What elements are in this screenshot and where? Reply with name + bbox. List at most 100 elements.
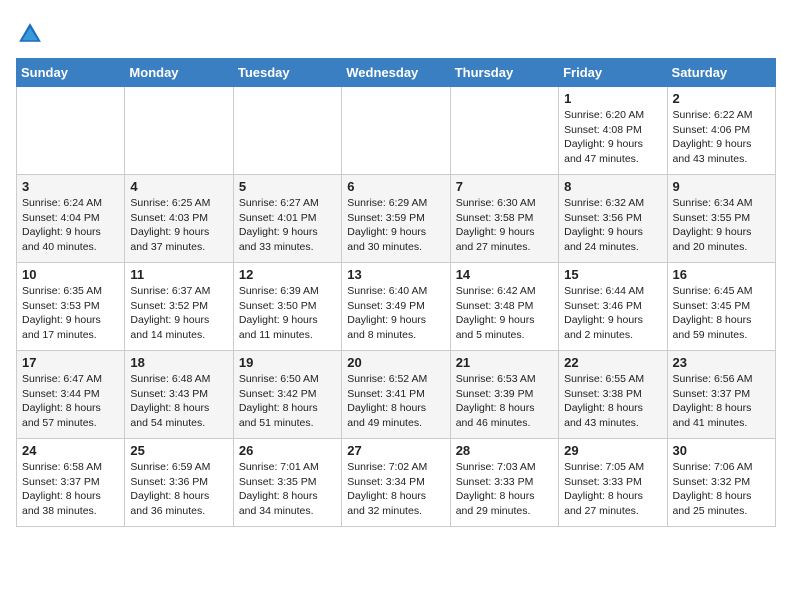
day-info: Sunrise: 7:01 AM Sunset: 3:35 PM Dayligh…	[239, 460, 336, 519]
calendar-cell: 7 Sunrise: 6:30 AM Sunset: 3:58 PM Daylig…	[450, 175, 558, 263]
calendar-cell	[17, 87, 125, 175]
calendar-cell: 16 Sunrise: 6:45 AM Sunset: 3:45 PM Dayli…	[667, 263, 775, 351]
calendar-cell: 17 Sunrise: 6:47 AM Sunset: 3:44 PM Dayli…	[17, 351, 125, 439]
calendar-cell: 9 Sunrise: 6:34 AM Sunset: 3:55 PM Daylig…	[667, 175, 775, 263]
day-number: 22	[564, 355, 661, 370]
calendar-table: SundayMondayTuesdayWednesdayThursdayFrid…	[16, 58, 776, 527]
day-info: Sunrise: 6:56 AM Sunset: 3:37 PM Dayligh…	[673, 372, 770, 431]
calendar-cell	[450, 87, 558, 175]
day-number: 1	[564, 91, 661, 106]
calendar-cell: 2Sunrise: 6:22 AM Sunset: 4:06 PM Daylig…	[667, 87, 775, 175]
calendar-cell: 20Sunrise: 6:52 AM Sunset: 3:41 PM Dayli…	[342, 351, 450, 439]
day-info: Sunrise: 7:06 AM Sunset: 3:32 PM Dayligh…	[673, 460, 770, 519]
day-number: 27	[347, 443, 444, 458]
calendar-cell: 24 Sunrise: 6:58 AM Sunset: 3:37 PM Dayli…	[17, 439, 125, 527]
day-info: Sunrise: 6:44 AM Sunset: 3:46 PM Dayligh…	[564, 284, 661, 343]
day-info: Sunrise: 6:37 AM Sunset: 3:52 PM Dayligh…	[130, 284, 227, 343]
calendar-cell: 22 Sunrise: 6:55 AM Sunset: 3:38 PM Dayli…	[559, 351, 667, 439]
day-info: Sunrise: 6:24 AM Sunset: 4:04 PM Dayligh…	[22, 196, 119, 255]
calendar-cell: 30 Sunrise: 7:06 AM Sunset: 3:32 PM Dayli…	[667, 439, 775, 527]
calendar-cell: 5Sunrise: 6:27 AM Sunset: 4:01 PM Daylig…	[233, 175, 341, 263]
calendar-cell: 1Sunrise: 6:20 AM Sunset: 4:08 PM Daylig…	[559, 87, 667, 175]
day-info: Sunrise: 7:03 AM Sunset: 3:33 PM Dayligh…	[456, 460, 553, 519]
calendar-cell: 13 Sunrise: 6:40 AM Sunset: 3:49 PM Dayli…	[342, 263, 450, 351]
day-info: Sunrise: 6:35 AM Sunset: 3:53 PM Dayligh…	[22, 284, 119, 343]
calendar-cell: 19Sunrise: 6:50 AM Sunset: 3:42 PM Dayli…	[233, 351, 341, 439]
day-number: 28	[456, 443, 553, 458]
calendar-cell: 26 Sunrise: 7:01 AM Sunset: 3:35 PM Dayli…	[233, 439, 341, 527]
day-info: Sunrise: 6:53 AM Sunset: 3:39 PM Dayligh…	[456, 372, 553, 431]
day-info: Sunrise: 6:25 AM Sunset: 4:03 PM Dayligh…	[130, 196, 227, 255]
header-day-thursday: Thursday	[450, 59, 558, 87]
day-number: 15	[564, 267, 661, 282]
day-number: 17	[22, 355, 119, 370]
day-info: Sunrise: 6:29 AM Sunset: 3:59 PM Dayligh…	[347, 196, 444, 255]
calendar-cell	[342, 87, 450, 175]
day-info: Sunrise: 6:40 AM Sunset: 3:49 PM Dayligh…	[347, 284, 444, 343]
day-number: 8	[564, 179, 661, 194]
day-number: 24	[22, 443, 119, 458]
calendar-cell: 15 Sunrise: 6:44 AM Sunset: 3:46 PM Dayli…	[559, 263, 667, 351]
calendar-cell: 21 Sunrise: 6:53 AM Sunset: 3:39 PM Dayli…	[450, 351, 558, 439]
calendar-cell: 11 Sunrise: 6:37 AM Sunset: 3:52 PM Dayli…	[125, 263, 233, 351]
day-info: Sunrise: 6:48 AM Sunset: 3:43 PM Dayligh…	[130, 372, 227, 431]
header-day-sunday: Sunday	[17, 59, 125, 87]
day-number: 5	[239, 179, 336, 194]
day-info: Sunrise: 6:58 AM Sunset: 3:37 PM Dayligh…	[22, 460, 119, 519]
day-info: Sunrise: 7:05 AM Sunset: 3:33 PM Dayligh…	[564, 460, 661, 519]
calendar-cell: 28 Sunrise: 7:03 AM Sunset: 3:33 PM Dayli…	[450, 439, 558, 527]
day-number: 11	[130, 267, 227, 282]
header	[16, 16, 776, 48]
day-number: 21	[456, 355, 553, 370]
calendar-cell: 25Sunrise: 6:59 AM Sunset: 3:36 PM Dayli…	[125, 439, 233, 527]
day-info: Sunrise: 6:52 AM Sunset: 3:41 PM Dayligh…	[347, 372, 444, 431]
day-number: 18	[130, 355, 227, 370]
day-info: Sunrise: 6:34 AM Sunset: 3:55 PM Dayligh…	[673, 196, 770, 255]
header-day-friday: Friday	[559, 59, 667, 87]
calendar-week-row: 24 Sunrise: 6:58 AM Sunset: 3:37 PM Dayli…	[17, 439, 776, 527]
header-day-tuesday: Tuesday	[233, 59, 341, 87]
calendar-cell: 10 Sunrise: 6:35 AM Sunset: 3:53 PM Dayli…	[17, 263, 125, 351]
day-number: 12	[239, 267, 336, 282]
day-number: 9	[673, 179, 770, 194]
day-info: Sunrise: 6:42 AM Sunset: 3:48 PM Dayligh…	[456, 284, 553, 343]
day-number: 23	[673, 355, 770, 370]
day-info: Sunrise: 6:39 AM Sunset: 3:50 PM Dayligh…	[239, 284, 336, 343]
calendar-cell: 4Sunrise: 6:25 AM Sunset: 4:03 PM Daylig…	[125, 175, 233, 263]
calendar-week-row: 17 Sunrise: 6:47 AM Sunset: 3:44 PM Dayli…	[17, 351, 776, 439]
day-number: 2	[673, 91, 770, 106]
calendar-cell: 23 Sunrise: 6:56 AM Sunset: 3:37 PM Dayli…	[667, 351, 775, 439]
header-day-saturday: Saturday	[667, 59, 775, 87]
day-info: Sunrise: 6:45 AM Sunset: 3:45 PM Dayligh…	[673, 284, 770, 343]
generalblue-logo-icon	[16, 20, 44, 48]
day-info: Sunrise: 6:32 AM Sunset: 3:56 PM Dayligh…	[564, 196, 661, 255]
calendar-cell: 14 Sunrise: 6:42 AM Sunset: 3:48 PM Dayli…	[450, 263, 558, 351]
day-number: 3	[22, 179, 119, 194]
calendar-cell	[125, 87, 233, 175]
day-info: Sunrise: 6:55 AM Sunset: 3:38 PM Dayligh…	[564, 372, 661, 431]
calendar-cell: 8 Sunrise: 6:32 AM Sunset: 3:56 PM Daylig…	[559, 175, 667, 263]
day-number: 30	[673, 443, 770, 458]
calendar-cell: 6 Sunrise: 6:29 AM Sunset: 3:59 PM Daylig…	[342, 175, 450, 263]
day-number: 10	[22, 267, 119, 282]
day-number: 14	[456, 267, 553, 282]
day-number: 16	[673, 267, 770, 282]
day-number: 13	[347, 267, 444, 282]
calendar-week-row: 10 Sunrise: 6:35 AM Sunset: 3:53 PM Dayli…	[17, 263, 776, 351]
calendar-week-row: 3 Sunrise: 6:24 AM Sunset: 4:04 PM Daylig…	[17, 175, 776, 263]
logo	[16, 20, 48, 48]
day-number: 26	[239, 443, 336, 458]
day-number: 7	[456, 179, 553, 194]
calendar-cell: 18 Sunrise: 6:48 AM Sunset: 3:43 PM Dayli…	[125, 351, 233, 439]
header-day-wednesday: Wednesday	[342, 59, 450, 87]
day-number: 6	[347, 179, 444, 194]
calendar-header-row: SundayMondayTuesdayWednesdayThursdayFrid…	[17, 59, 776, 87]
calendar-cell: 12 Sunrise: 6:39 AM Sunset: 3:50 PM Dayli…	[233, 263, 341, 351]
calendar-cell: 27Sunrise: 7:02 AM Sunset: 3:34 PM Dayli…	[342, 439, 450, 527]
calendar-cell: 3 Sunrise: 6:24 AM Sunset: 4:04 PM Daylig…	[17, 175, 125, 263]
calendar-week-row: 1Sunrise: 6:20 AM Sunset: 4:08 PM Daylig…	[17, 87, 776, 175]
day-number: 19	[239, 355, 336, 370]
day-info: Sunrise: 6:30 AM Sunset: 3:58 PM Dayligh…	[456, 196, 553, 255]
calendar-cell: 29Sunrise: 7:05 AM Sunset: 3:33 PM Dayli…	[559, 439, 667, 527]
day-info: Sunrise: 6:47 AM Sunset: 3:44 PM Dayligh…	[22, 372, 119, 431]
